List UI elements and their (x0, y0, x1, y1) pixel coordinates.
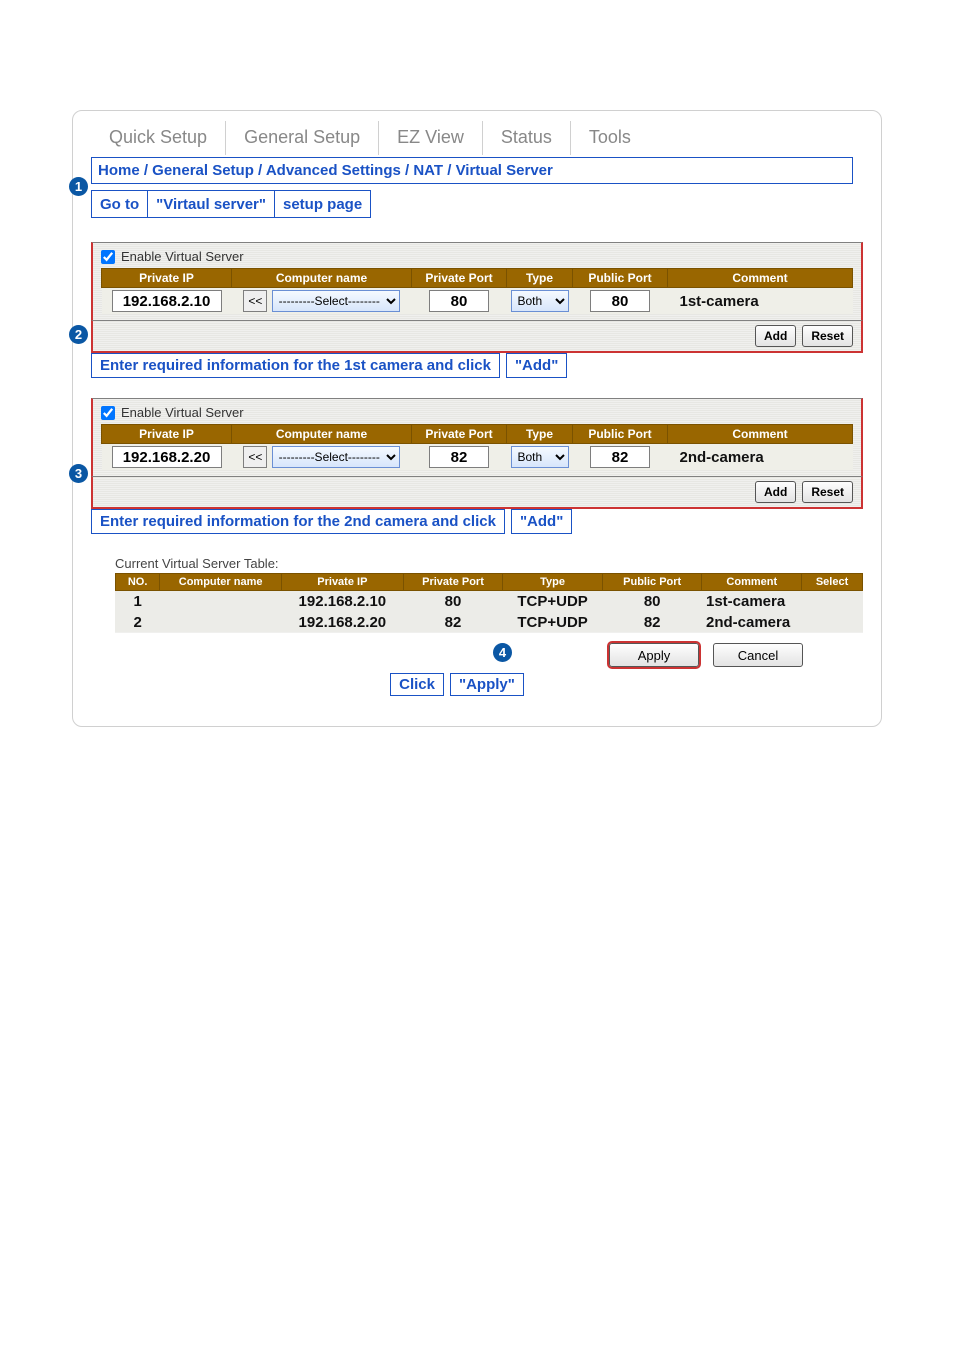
col-private-ip-2: Private IP (102, 425, 232, 444)
cur-col-type: Type (503, 574, 603, 591)
cur-pport: 82 (403, 612, 503, 633)
callout-badge-4: 4 (493, 643, 512, 662)
enable-virtual-server-checkbox-2[interactable] (101, 406, 115, 420)
instruction-1-quote: "Add" (506, 353, 567, 378)
goto-label: Go to "Virtaul server" setup page (91, 190, 863, 218)
col-comment-2: Comment (668, 425, 853, 444)
cur-ip: 192.168.2.10 (281, 591, 403, 613)
current-virtual-server-table: NO. Computer name Private IP Private Por… (115, 573, 863, 633)
apply-cancel-row: Apply Cancel (91, 643, 863, 667)
col-type: Type (507, 269, 573, 288)
cur-no: 1 (116, 591, 160, 613)
private-ip-input-2[interactable] (112, 446, 222, 468)
col-private-port-2: Private Port (412, 425, 507, 444)
col-public-port: Public Port (573, 269, 668, 288)
col-comment: Comment (668, 269, 853, 288)
type-select-1[interactable]: Both (511, 290, 569, 312)
add-button-2[interactable]: Add (755, 481, 796, 503)
computer-name-select-1[interactable]: ---------Select-------- (272, 290, 400, 312)
cur-col-private-port: Private Port (403, 574, 503, 591)
cur-comment: 2nd-camera (702, 612, 863, 633)
callout-badge-1: 1 (69, 177, 88, 196)
shift-button-2[interactable]: << (243, 446, 267, 468)
cur-type: TCP+UDP (503, 591, 603, 613)
cur-pubport: 80 (602, 591, 702, 613)
computer-name-select-2[interactable]: ---------Select-------- (272, 446, 400, 468)
tab-quick-setup[interactable]: Quick Setup (91, 121, 226, 155)
click-apply-label: Click "Apply" (91, 673, 863, 696)
col-computer-name-2: Computer name (232, 425, 412, 444)
reset-button-1[interactable]: Reset (802, 325, 853, 347)
enable-virtual-server-label-2: Enable Virtual Server (121, 405, 244, 420)
col-type-2: Type (507, 425, 573, 444)
table-row: 1 192.168.2.10 80 TCP+UDP 80 1st-camera (116, 591, 863, 613)
virtual-server-panel-2: Enable Virtual Server Private IP Compute… (91, 398, 863, 476)
breadcrumb: Home / General Setup / Advanced Settings… (91, 157, 853, 184)
instruction-2: Enter required information for the 2nd c… (91, 509, 863, 534)
public-port-input-1[interactable] (590, 290, 650, 312)
table-row: 2 192.168.2.20 82 TCP+UDP 82 2nd-camera (116, 612, 863, 633)
reset-button-2[interactable]: Reset (802, 481, 853, 503)
enable-virtual-server-label: Enable Virtual Server (121, 249, 244, 264)
private-ip-input-1[interactable] (112, 290, 222, 312)
cur-col-no: NO. (116, 574, 160, 591)
cur-name (160, 591, 282, 613)
virtual-server-actions-2: Add Reset (91, 476, 863, 509)
type-select-2[interactable]: Both (511, 446, 569, 468)
tab-tools[interactable]: Tools (571, 121, 649, 155)
click-apply-quote: "Apply" (450, 673, 524, 696)
col-public-port-2: Public Port (573, 425, 668, 444)
tab-status[interactable]: Status (483, 121, 571, 155)
cur-comment: 1st-camera (702, 591, 863, 613)
instruction-2-text: Enter required information for the 2nd c… (91, 509, 505, 534)
apply-button[interactable]: Apply (609, 643, 699, 667)
callout-badge-3: 3 (69, 464, 88, 483)
private-port-input-1[interactable] (429, 290, 489, 312)
shift-button-1[interactable]: << (243, 290, 267, 312)
private-port-input-2[interactable] (429, 446, 489, 468)
tab-general-setup[interactable]: General Setup (226, 121, 379, 155)
goto-pre: Go to (91, 190, 148, 218)
cur-ip: 192.168.2.20 (281, 612, 403, 633)
cur-col-private-ip: Private IP (281, 574, 403, 591)
goto-quoted: "Virtaul server" (148, 190, 274, 218)
col-private-ip: Private IP (102, 269, 232, 288)
cancel-button[interactable]: Cancel (713, 643, 803, 667)
router-admin-panel: Quick Setup General Setup EZ View Status… (72, 110, 882, 727)
cur-no: 2 (116, 612, 160, 633)
virtual-server-actions-1: Add Reset (91, 320, 863, 353)
cur-col-computer-name: Computer name (160, 574, 282, 591)
enable-virtual-server-checkbox-1[interactable] (101, 250, 115, 264)
comment-value-2: 2nd-camera (668, 444, 853, 471)
cur-pubport: 82 (602, 612, 702, 633)
cur-col-public-port: Public Port (602, 574, 702, 591)
virtual-server-panel-1: Enable Virtual Server Private IP Compute… (91, 242, 863, 320)
click-apply-pre: Click (390, 673, 444, 696)
col-computer-name: Computer name (232, 269, 412, 288)
cur-name (160, 612, 282, 633)
goto-post: setup page (274, 190, 371, 218)
cur-col-comment: Comment (702, 574, 802, 591)
instruction-2-quote: "Add" (511, 509, 572, 534)
current-table-title: Current Virtual Server Table: (115, 556, 863, 571)
comment-value-1: 1st-camera (668, 288, 853, 315)
nav-tabs: Quick Setup General Setup EZ View Status… (91, 121, 863, 155)
instruction-1: Enter required information for the 1st c… (91, 353, 863, 378)
tab-ez-view[interactable]: EZ View (379, 121, 483, 155)
callout-badge-2: 2 (69, 325, 88, 344)
col-private-port: Private Port (412, 269, 507, 288)
add-button-1[interactable]: Add (755, 325, 796, 347)
cur-pport: 80 (403, 591, 503, 613)
cur-type: TCP+UDP (503, 612, 603, 633)
instruction-1-text: Enter required information for the 1st c… (91, 353, 500, 378)
public-port-input-2[interactable] (590, 446, 650, 468)
cur-col-select: Select (802, 574, 863, 591)
